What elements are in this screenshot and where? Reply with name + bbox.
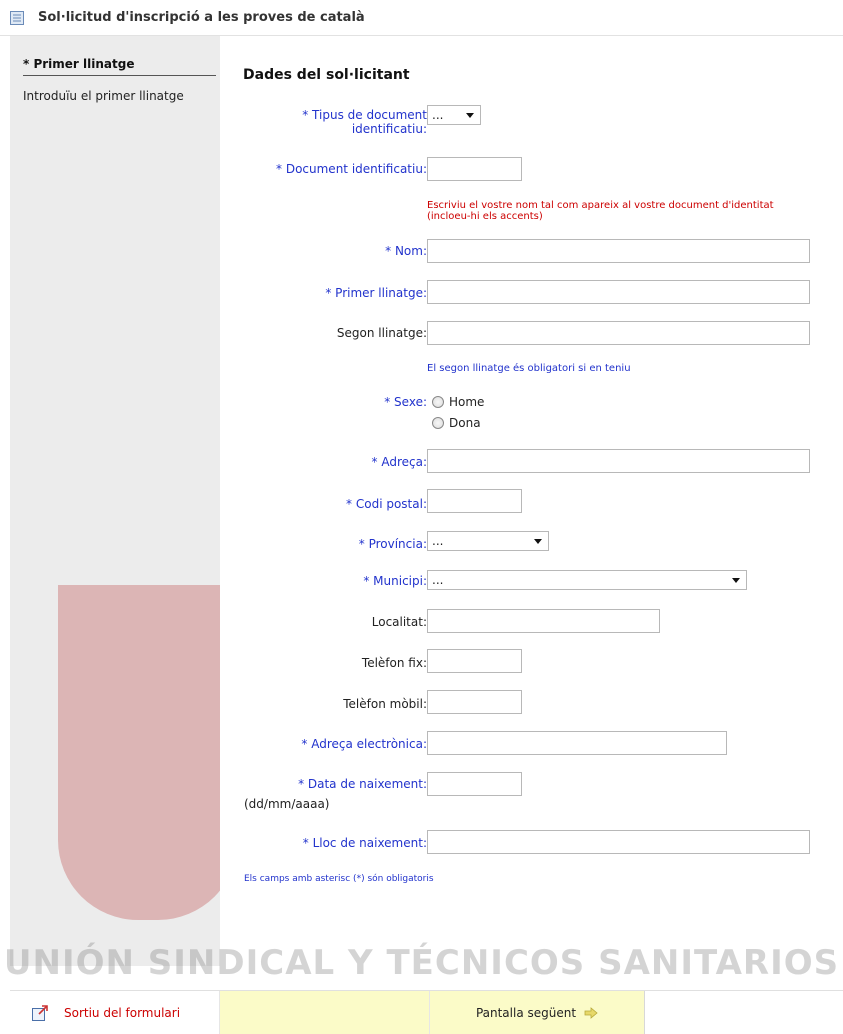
arrow-right-icon xyxy=(584,1006,598,1019)
tel-fix-input[interactable] xyxy=(427,649,522,673)
doc-type-select[interactable]: ... xyxy=(427,105,481,125)
next-screen-button[interactable]: Pantalla següent xyxy=(430,991,645,1034)
provincia-label: * Província: xyxy=(358,537,427,551)
lloc-label: * Lloc de naixement: xyxy=(302,836,427,850)
doc-type-label: * Tipus de document identificatiu: xyxy=(302,108,427,136)
doc-type-value: ... xyxy=(432,108,444,122)
municipi-select[interactable]: ... xyxy=(427,570,747,590)
footer-right-spacer xyxy=(645,991,843,1034)
chevron-down-icon xyxy=(732,577,740,583)
codi-postal-label: * Codi postal: xyxy=(346,497,427,511)
codi-postal-input[interactable] xyxy=(427,489,522,513)
radio-home[interactable] xyxy=(432,396,444,408)
tel-mobil-label: Telèfon mòbil: xyxy=(343,697,427,711)
name-note-line2: (incloeu-hi els accents) xyxy=(427,211,543,222)
email-input[interactable] xyxy=(427,731,727,755)
provincia-select[interactable]: ... xyxy=(427,531,549,551)
name-note-line1: Escriviu el vostre nom tal com apareix a… xyxy=(427,200,774,211)
doc-id-input[interactable] xyxy=(427,157,522,181)
exit-form-button[interactable]: Sortiu del formulari xyxy=(10,991,220,1034)
name-note: Escriviu el vostre nom tal com apareix a… xyxy=(427,200,774,222)
naixement-hint: (dd/mm/aaaa) xyxy=(244,797,330,811)
tel-mobil-input[interactable] xyxy=(427,690,522,714)
primer-llinatge-label: * Primer llinatge: xyxy=(325,286,427,300)
primer-llinatge-input[interactable] xyxy=(427,280,810,304)
municipi-label: * Municipi: xyxy=(363,574,427,588)
municipi-value: ... xyxy=(432,573,444,587)
footer-bar: Sortiu del formulari Pantalla següent xyxy=(10,990,843,1034)
provincia-value: ... xyxy=(432,534,444,548)
sexe-option-home[interactable]: Home xyxy=(432,395,484,409)
next-screen-label: Pantalla següent xyxy=(475,1005,577,1020)
radio-dona[interactable] xyxy=(432,417,444,429)
doc-id-label: * Document identificatiu: xyxy=(276,162,427,176)
title-bar: Sol·licitud d'inscripció a les proves de… xyxy=(0,0,843,36)
naixement-label: * Data de naixement: xyxy=(298,777,427,791)
doc-type-label-line2: identificatiu: xyxy=(351,122,427,136)
segon-note: El segon llinatge és obligatori si en te… xyxy=(427,363,631,374)
document-icon xyxy=(10,10,24,25)
page-title: Sol·licitud d'inscripció a les proves de… xyxy=(38,10,365,25)
email-label: * Adreça electrònica: xyxy=(301,737,427,751)
footer-spacer xyxy=(220,991,430,1034)
exit-form-label: Sortiu del formulari xyxy=(64,1005,181,1020)
help-text: Introduïu el primer llinatge xyxy=(23,89,184,103)
doc-type-label-line1: * Tipus de document xyxy=(302,108,427,122)
adreca-label: * Adreça: xyxy=(371,455,427,469)
radio-home-label: Home xyxy=(449,395,485,409)
nom-input[interactable] xyxy=(427,239,810,263)
required-note: Els camps amb asterisc (*) són obligator… xyxy=(244,874,434,884)
chevron-down-icon xyxy=(466,112,474,118)
sexe-label: * Sexe: xyxy=(384,395,427,409)
chevron-down-icon xyxy=(534,538,542,544)
segon-llinatge-input[interactable] xyxy=(427,321,810,345)
watermark-letter-u xyxy=(58,585,238,920)
nom-label: * Nom: xyxy=(385,244,427,258)
localitat-input[interactable] xyxy=(427,609,660,633)
radio-dona-label: Dona xyxy=(449,416,481,430)
tel-fix-label: Telèfon fix: xyxy=(361,656,427,670)
help-heading: * Primer llinatge xyxy=(23,57,216,76)
adreca-input[interactable] xyxy=(427,449,810,473)
section-title: Dades del sol·licitant xyxy=(243,67,410,83)
segon-llinatge-label: Segon llinatge: xyxy=(336,326,427,340)
naixement-input[interactable] xyxy=(427,772,522,796)
sexe-option-dona[interactable]: Dona xyxy=(432,416,481,430)
exit-icon xyxy=(32,1004,48,1021)
localitat-label: Localitat: xyxy=(371,615,427,629)
lloc-input[interactable] xyxy=(427,830,810,854)
watermark-text: UNIÓN SINDICAL Y TÉCNICOS SANITARIOS xyxy=(3,943,840,983)
